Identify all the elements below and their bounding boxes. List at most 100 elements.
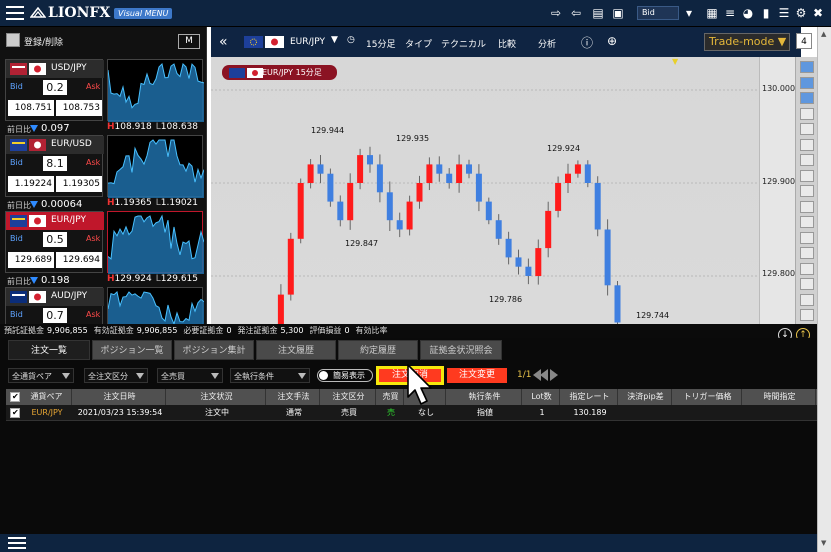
- trade-mode-select[interactable]: Trade-mode ▼: [704, 33, 790, 51]
- mail-icon[interactable]: [800, 61, 814, 73]
- pair-header[interactable]: USD/JPY: [6, 60, 104, 78]
- tab-4[interactable]: 約定履歴: [338, 340, 418, 360]
- column-header[interactable]: 注文手法: [268, 389, 320, 405]
- text-icon[interactable]: [800, 247, 814, 259]
- collapse-icon[interactable]: «: [219, 34, 228, 50]
- filter-select[interactable]: 全執行条件: [230, 368, 310, 383]
- table-row[interactable]: EUR/JPY 2021/03/23 15:39:54 注文中 通常 売買 売 なし 指値 1 1…: [6, 405, 817, 421]
- filter-select[interactable]: 全通貨ペア: [8, 368, 74, 383]
- ask-price-button[interactable]: 108.753: [56, 100, 102, 116]
- filter-select[interactable]: 全注文区分: [84, 368, 148, 383]
- fib-icon[interactable]: [800, 216, 814, 228]
- column-header[interactable]: 注文区分: [322, 389, 376, 405]
- modify-order-button[interactable]: 注文変更: [447, 368, 507, 383]
- chart-icon[interactable]: [800, 76, 814, 89]
- wave-icon[interactable]: [800, 92, 814, 104]
- scroll-up-icon[interactable]: ▲: [821, 30, 826, 38]
- trendline-icon[interactable]: [800, 138, 814, 151]
- column-header[interactable]: 注文日時: [74, 389, 166, 405]
- ask-price-button[interactable]: 129.694: [56, 252, 102, 268]
- lock-icon[interactable]: [800, 293, 814, 306]
- bar-chart-icon[interactable]: ▮: [758, 6, 774, 20]
- layout-number-badge[interactable]: 4: [796, 33, 812, 49]
- row-checkbox[interactable]: [10, 408, 20, 418]
- tab-2[interactable]: ポジション集計: [174, 340, 254, 360]
- tab-5[interactable]: 証拠金状況照会: [420, 340, 502, 360]
- vline-icon[interactable]: [800, 169, 814, 182]
- analysis-button[interactable]: 分析: [538, 37, 556, 50]
- ask-price-button[interactable]: 1.19305: [56, 176, 102, 192]
- bid-price-button[interactable]: 129.689: [8, 252, 54, 268]
- compare-button[interactable]: 比較: [498, 37, 516, 50]
- bid-ask-select[interactable]: Bid: [637, 6, 679, 20]
- hamburger-menu-icon[interactable]: [6, 6, 24, 20]
- pair-widget[interactable]: EUR/USD Bid Ask 8.1 1.19224 1.19305 前日比 0.00064…: [5, 135, 205, 210]
- channel-icon[interactable]: [800, 185, 814, 197]
- layout-icon[interactable]: ☰: [776, 6, 792, 20]
- mini-chart[interactable]: [107, 59, 205, 122]
- chart-pair-label[interactable]: EUR/JPY: [290, 37, 325, 47]
- column-header[interactable]: 時間指定: [744, 389, 816, 405]
- column-header[interactable]: 決済pip差: [620, 389, 672, 405]
- prev-page-icon[interactable]: [540, 369, 548, 381]
- visual-menu-button[interactable]: Visual MENU: [114, 8, 173, 19]
- pair-header[interactable]: EUR/USD: [6, 136, 104, 154]
- bid-price-button[interactable]: 108.751: [8, 100, 54, 116]
- pair-card[interactable]: EUR/JPY Bid Ask 0.5 129.689 129.694: [5, 211, 104, 273]
- tab-0[interactable]: 注文一覧: [8, 340, 90, 360]
- close-icon[interactable]: ✖: [810, 6, 826, 20]
- column-header[interactable]: 売買: [378, 389, 404, 405]
- column-header[interactable]: トリガー価格: [674, 389, 742, 405]
- pair-header[interactable]: EUR/JPY: [6, 212, 104, 230]
- mini-chart[interactable]: [107, 211, 205, 274]
- print-icon[interactable]: ▤: [590, 6, 606, 20]
- gann-icon[interactable]: [800, 278, 814, 290]
- info-icon[interactable]: ⓘ: [581, 34, 593, 51]
- column-header[interactable]: 指定レート: [562, 389, 618, 405]
- column-header[interactable]: 通貨ペア: [22, 389, 72, 405]
- dropdown-arrow-icon[interactable]: ▾: [681, 6, 697, 20]
- m-button[interactable]: M: [178, 34, 200, 49]
- filter-icon[interactable]: ▼: [331, 35, 338, 45]
- chart-type-button[interactable]: タイプ: [405, 37, 432, 50]
- list-icon[interactable]: [6, 33, 20, 47]
- tab-3[interactable]: 注文履歴: [256, 340, 336, 360]
- cursor-icon[interactable]: [800, 107, 814, 120]
- pair-header[interactable]: AUD/JPY: [6, 288, 104, 306]
- crosshair-icon[interactable]: ⊕: [607, 34, 617, 48]
- grid-icon[interactable]: ▦: [704, 6, 720, 20]
- candlestick-chart[interactable]: 129.944 129.935 129.924 129.847 129.786 129.7…: [211, 57, 759, 353]
- import-icon[interactable]: ⇦: [568, 6, 584, 20]
- eraser-icon[interactable]: [800, 262, 814, 275]
- filter-select[interactable]: 全売買: [157, 368, 223, 383]
- scroll-down-icon[interactable]: ▼: [821, 539, 826, 547]
- simple-view-toggle[interactable]: 簡易表示: [317, 369, 373, 382]
- pair-card[interactable]: USD/JPY Bid Ask 0.2 108.751 108.753: [5, 59, 104, 121]
- select-all-checkbox[interactable]: [10, 392, 20, 402]
- column-header[interactable]: 注文状況: [168, 389, 266, 405]
- technical-button[interactable]: テクニカル: [441, 37, 486, 50]
- column-header[interactable]: 執行条件: [448, 389, 522, 405]
- pencil-icon[interactable]: [800, 200, 814, 213]
- cycle-icon[interactable]: [800, 231, 814, 244]
- list-icon[interactable]: ≡: [722, 6, 738, 20]
- pair-card[interactable]: EUR/USD Bid Ask 8.1 1.19224 1.19305: [5, 135, 104, 197]
- pie-chart-icon[interactable]: ◕: [740, 6, 756, 20]
- timeframe-button[interactable]: 15分足: [366, 37, 395, 50]
- tab-1[interactable]: ポジション一覧: [92, 340, 172, 360]
- vertical-scrollbar[interactable]: ▲ ▼: [817, 27, 831, 552]
- add-delete-link[interactable]: 登録/削除: [24, 35, 63, 48]
- export-icon[interactable]: ⇨: [548, 6, 564, 20]
- pair-widget[interactable]: USD/JPY Bid Ask 0.2 108.751 108.753 前日比 0.097 H1…: [5, 59, 205, 134]
- pair-widget[interactable]: EUR/JPY Bid Ask 0.5 129.689 129.694 前日比 0.198 H1…: [5, 211, 205, 286]
- trendline-icon[interactable]: [800, 123, 814, 135]
- save-icon[interactable]: ▣: [610, 6, 626, 20]
- trash-icon[interactable]: [800, 309, 814, 321]
- gear-icon[interactable]: ⚙: [793, 6, 809, 20]
- hamburger-menu-icon[interactable]: [8, 537, 26, 549]
- column-header[interactable]: Lot数: [524, 389, 560, 405]
- next-page-icon[interactable]: [550, 369, 558, 381]
- mini-chart[interactable]: [107, 135, 205, 198]
- bid-price-button[interactable]: 1.19224: [8, 176, 54, 192]
- hline-icon[interactable]: [800, 154, 814, 166]
